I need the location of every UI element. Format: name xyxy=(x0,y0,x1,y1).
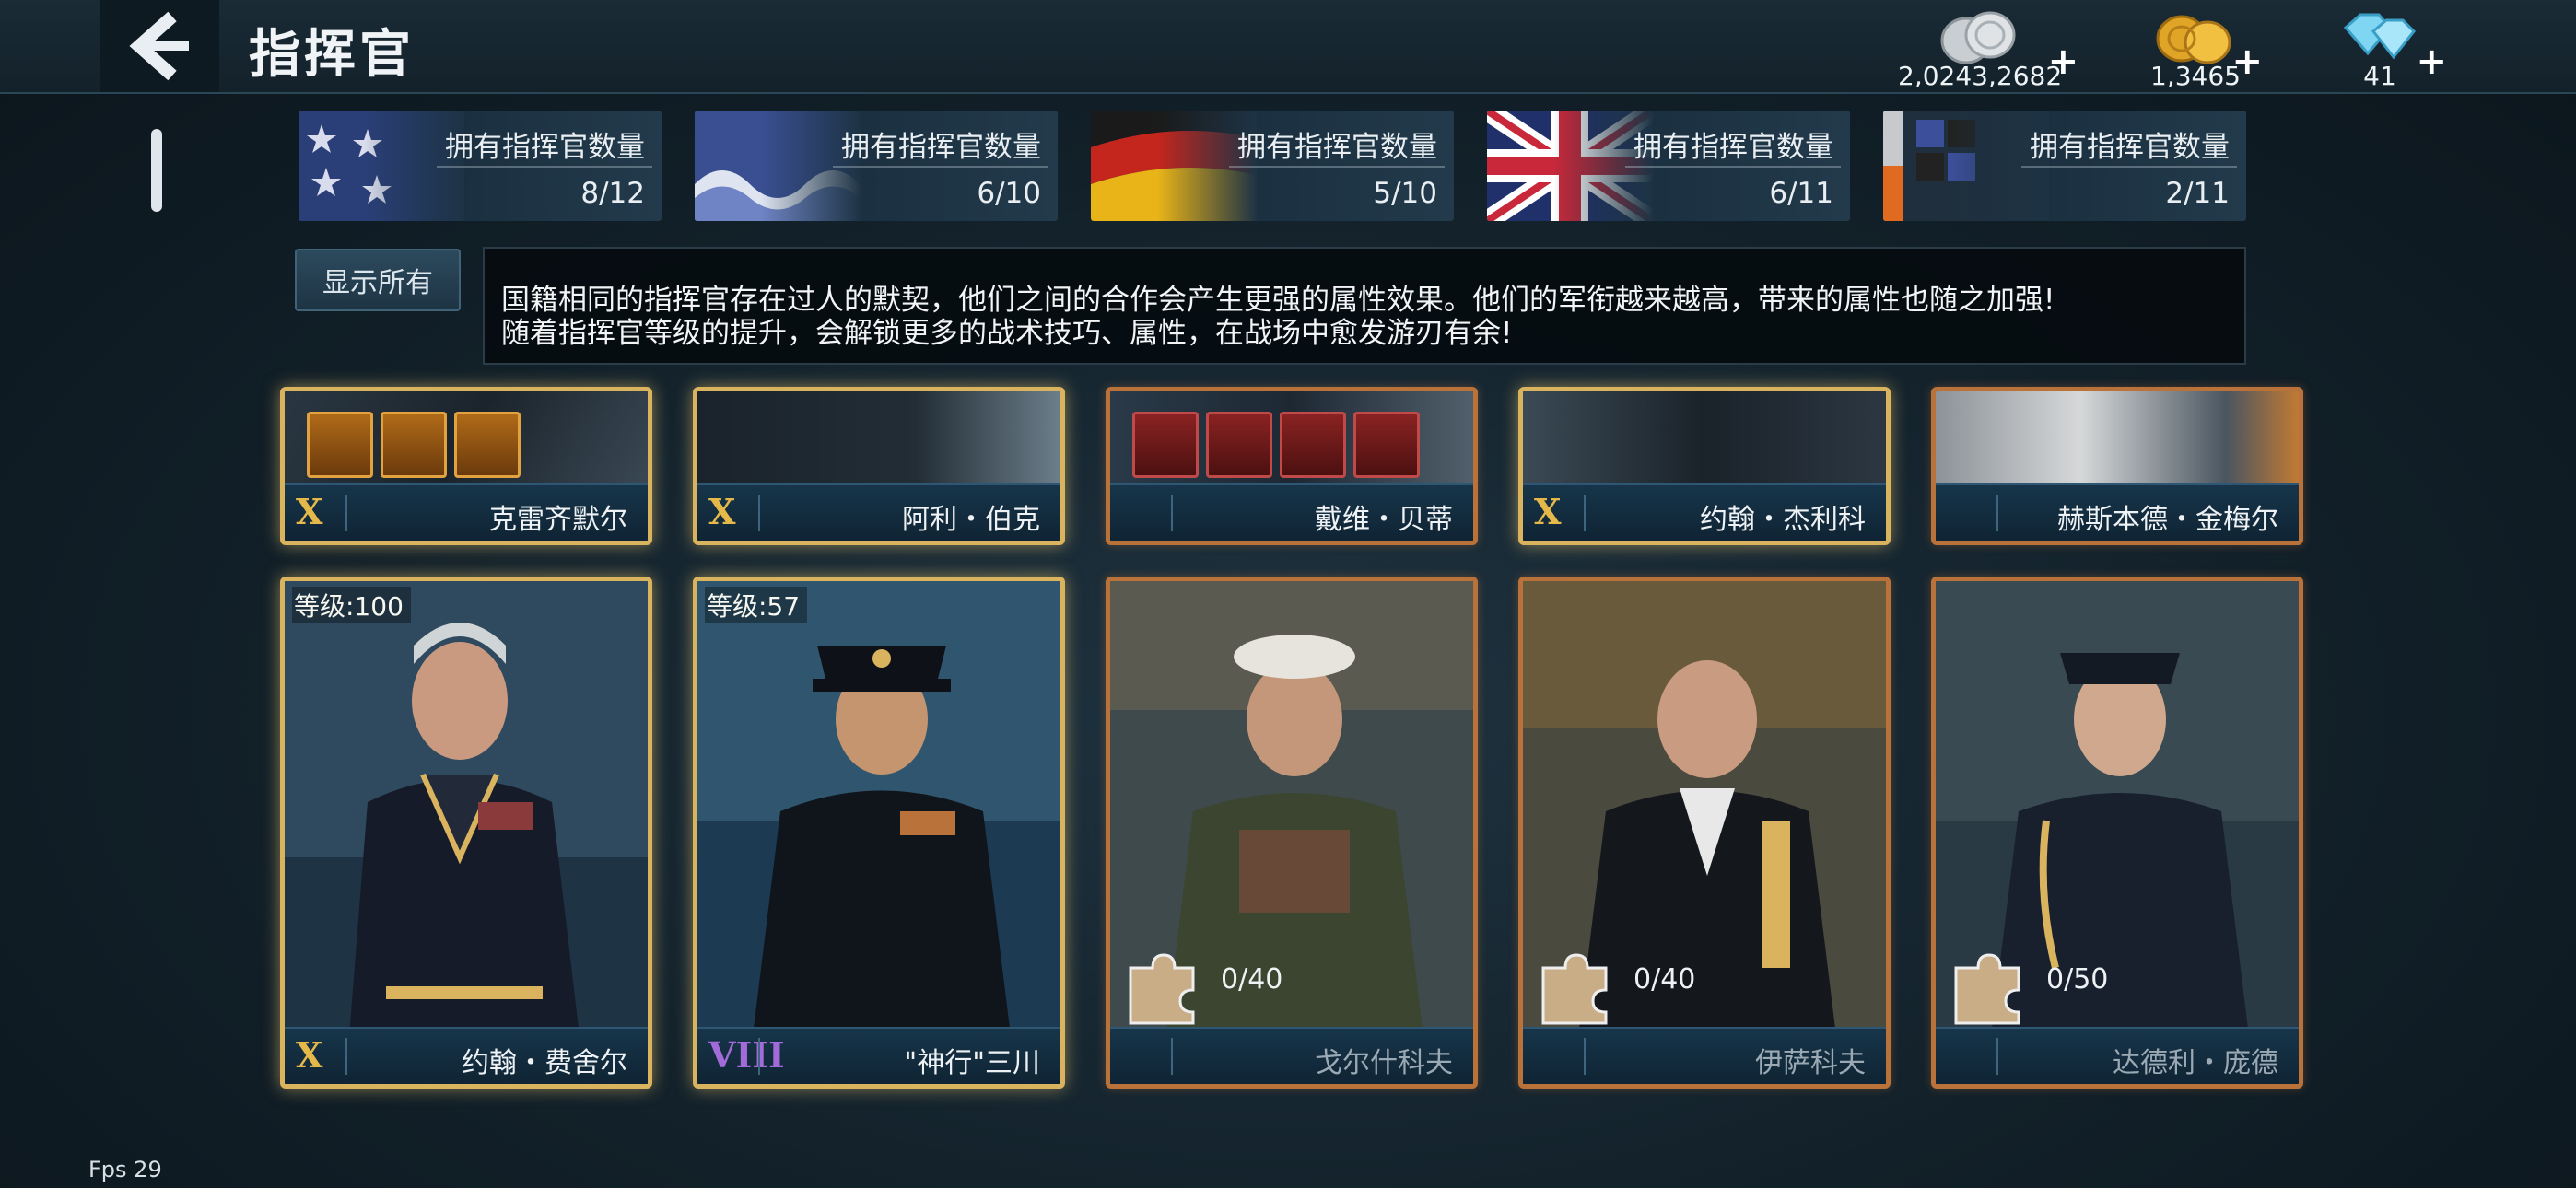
commander-portrait xyxy=(1523,391,1886,487)
commander-name: 赫斯本德・金梅尔 xyxy=(2057,504,2278,536)
commander-name: "神行"三川 xyxy=(904,1047,1040,1079)
show-all-button[interactable]: 显示所有 xyxy=(295,249,461,311)
belt-icon xyxy=(1132,412,1199,478)
nation-label: 拥有指挥官数量 xyxy=(841,131,1041,164)
diamond-amount: 41 xyxy=(2363,61,2396,91)
add-gold-button[interactable]: + xyxy=(2231,41,2263,83)
rank-badge: X xyxy=(296,1034,323,1076)
fragment-count: 0/50 xyxy=(2046,963,2109,996)
fps-counter: Fps 29 xyxy=(88,1157,162,1182)
silver-coins-icon xyxy=(1940,11,2016,64)
commander-name: 戈尔什科夫 xyxy=(1315,1047,1453,1079)
nation-filter-japan[interactable]: 拥有指挥官数量 6/10 xyxy=(695,111,1058,221)
commander-name: 达德利・庞德 xyxy=(2113,1047,2278,1079)
commander-name: 戴维・贝蒂 xyxy=(1315,504,1453,536)
commander-card-kretschmer[interactable]: X 克雷齐默尔 xyxy=(280,387,652,545)
commander-level: 等级:57 xyxy=(705,587,808,623)
rank-badge: VIII xyxy=(708,1034,785,1076)
nation-count: 8/12 xyxy=(580,177,645,210)
binoculars-icon xyxy=(1206,412,1272,478)
fragment-count: 0/40 xyxy=(1633,963,1696,996)
fragment-count: 0/40 xyxy=(1221,963,1283,996)
back-button[interactable] xyxy=(100,0,219,92)
puzzle-fragment-icon xyxy=(1129,953,1195,1025)
silver-currency[interactable]: 2,0243,2682 + xyxy=(1898,6,2078,91)
commander-portrait xyxy=(1936,391,2299,487)
commander-level: 等级:100 xyxy=(292,587,411,623)
nation-label: 拥有指挥官数量 xyxy=(1237,131,1437,164)
commander-card-fisher[interactable]: 等级:100 X 约翰・费舍尔 xyxy=(280,577,652,1089)
nation-count: 2/11 xyxy=(2165,177,2230,210)
silver-amount: 2,0243,2682 xyxy=(1898,61,2063,91)
nation-label: 拥有指挥官数量 xyxy=(1633,131,1833,164)
gold-currency[interactable]: 1,3465 + xyxy=(2145,6,2263,91)
commander-card-burke[interactable]: X 阿利・伯克 xyxy=(693,387,1065,545)
commander-card-mikawa[interactable]: 等级:57 VIII "神行"三川 xyxy=(693,577,1065,1089)
dagger-icon xyxy=(381,412,447,478)
commander-card-gorshkov[interactable]: 0/40 戈尔什科夫 xyxy=(1106,577,1478,1089)
commander-card-isakov[interactable]: 0/40 伊萨科夫 xyxy=(1518,577,1891,1089)
puzzle-fragment-icon xyxy=(1541,953,1608,1025)
nation-count: 6/10 xyxy=(977,177,1041,210)
diamond-currency[interactable]: 41 + xyxy=(2329,6,2447,91)
description-tooltip: 国籍相同的指挥官存在过人的默契，他们之间的合作会产生更强的属性效果。他们的军衔越… xyxy=(483,247,2246,365)
puzzle-fragment-icon xyxy=(1954,953,2020,1025)
add-diamond-button[interactable]: + xyxy=(2416,41,2447,83)
commander-card-beatty[interactable]: 戴维・贝蒂 xyxy=(1106,387,1478,545)
commander-name: 约翰・杰利科 xyxy=(1700,504,1866,536)
commander-portrait xyxy=(285,581,648,1036)
nation-filter-uk[interactable]: 拥有指挥官数量 6/11 xyxy=(1487,111,1850,221)
medal-icon xyxy=(307,412,373,478)
back-arrow-icon xyxy=(129,11,189,81)
nation-count: 5/10 xyxy=(1373,177,1437,210)
gold-amount: 1,3465 xyxy=(2150,61,2241,91)
commander-name: 约翰・费舍尔 xyxy=(462,1047,627,1079)
uniform-icon xyxy=(1280,412,1346,478)
nation-filter-other[interactable]: 拥有指挥官数量 2/11 xyxy=(1883,111,2246,221)
nation-count: 6/11 xyxy=(1769,177,1833,210)
pipe-icon xyxy=(1353,412,1420,478)
nation-label: 拥有指挥官数量 xyxy=(2030,131,2230,164)
commander-name: 阿利・伯克 xyxy=(902,504,1040,536)
scroll-handle[interactable] xyxy=(151,129,162,212)
commander-name: 克雷齐默尔 xyxy=(489,504,627,536)
rank-badge: X xyxy=(1534,491,1562,532)
commander-name: 伊萨科夫 xyxy=(1755,1047,1866,1079)
commander-card-kimmel[interactable]: 赫斯本德・金梅尔 xyxy=(1931,387,2303,545)
add-silver-button[interactable]: + xyxy=(2048,41,2079,83)
rank-badge: X xyxy=(296,491,323,532)
page-title: 指挥官 xyxy=(249,25,415,85)
commander-portrait xyxy=(697,581,1060,1036)
commander-card-pound[interactable]: 0/50 达德利・庞德 xyxy=(1931,577,2303,1089)
rank-badge: X xyxy=(708,491,736,532)
commander-card-jellicoe[interactable]: X 约翰・杰利科 xyxy=(1518,387,1891,545)
nation-label: 拥有指挥官数量 xyxy=(445,131,645,164)
jacket-icon xyxy=(454,412,521,478)
nation-filter-germany[interactable]: 拥有指挥官数量 5/10 xyxy=(1091,111,1454,221)
description-line-2: 随着指挥官等级的提升，会解锁更多的战术技巧、属性，在战场中愈发游刃有余! xyxy=(501,317,1513,350)
commander-portrait xyxy=(697,391,1060,487)
nation-filter-usa[interactable]: 拥有指挥官数量 8/12 xyxy=(299,111,662,221)
